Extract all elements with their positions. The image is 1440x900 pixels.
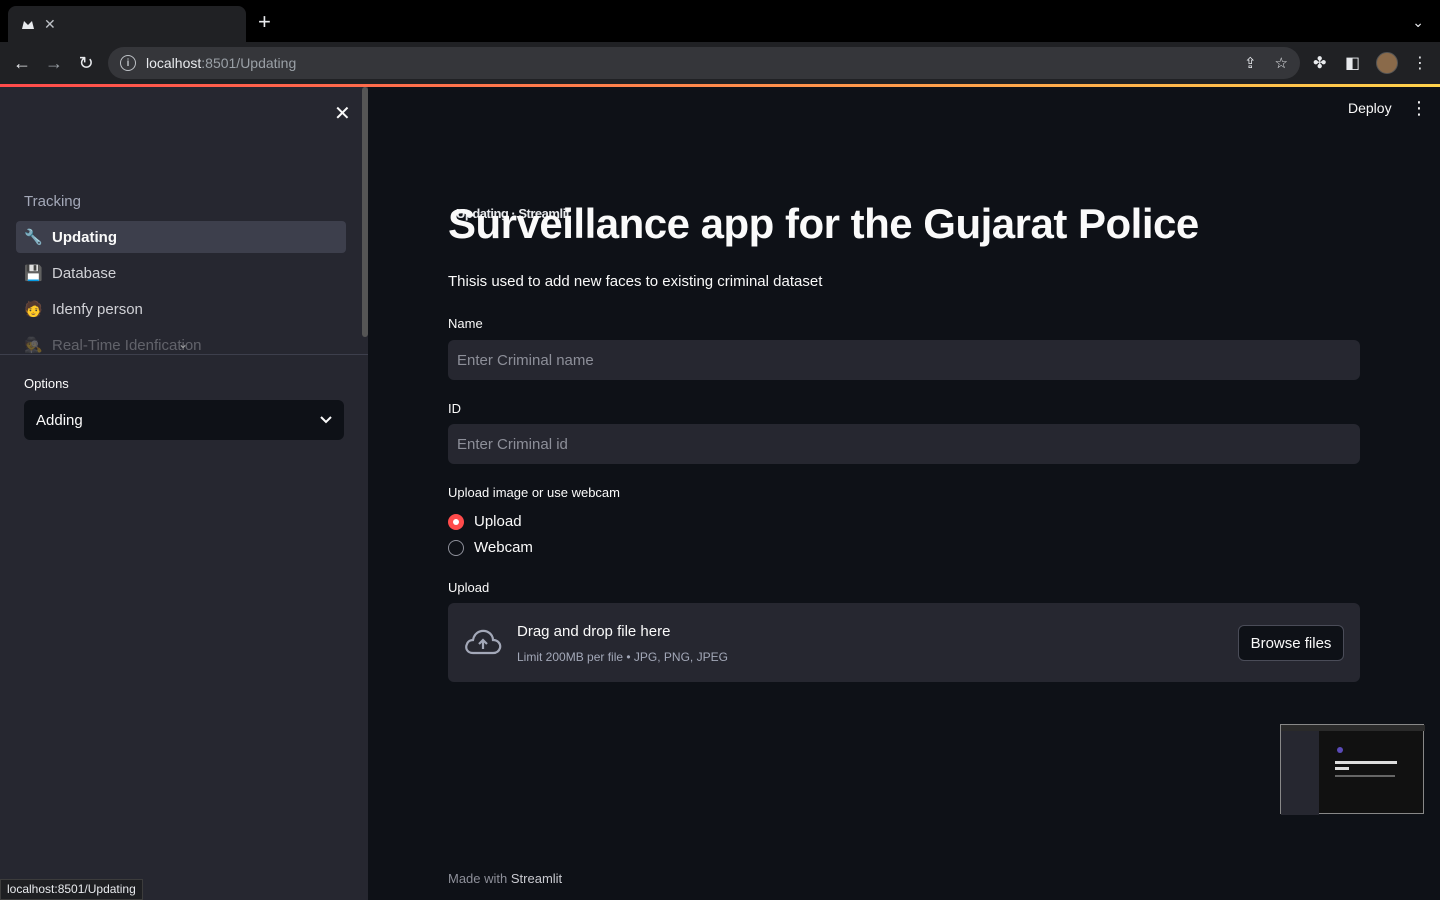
radio-upload-label: Upload — [474, 513, 522, 530]
status-bar-url: localhost:8501/Updating — [0, 879, 143, 900]
upload-label: Upload — [448, 580, 490, 595]
options-select[interactable]: Adding — [24, 400, 344, 440]
back-icon[interactable]: ← — [10, 51, 34, 75]
sidebar-item-updating[interactable]: 🔧 Updating — [16, 221, 346, 253]
sidebar-nav: 🔧 Updating 💾 Database 🧑 Idenfy person 🕵️… — [0, 187, 360, 355]
close-tab-icon[interactable]: ✕ — [44, 16, 56, 33]
sidebar-item-label: Idenfy person — [52, 300, 143, 318]
radio-webcam-label: Webcam — [474, 539, 533, 556]
deploy-button[interactable]: Deploy — [1348, 100, 1392, 116]
footer-streamlit-link[interactable]: Streamlit — [511, 871, 562, 886]
page-subtitle: Thisis used to add new faces to existing… — [448, 273, 823, 290]
reload-icon[interactable]: ↻ — [74, 51, 98, 75]
floppy-disk-icon: 💾 — [24, 265, 43, 282]
footer-prefix: Made with — [448, 871, 508, 886]
detective-icon: 🕵️ — [24, 337, 43, 354]
sidebar-divider — [0, 354, 368, 355]
browser-toolbar: ← → ↻ i localhost:8501/Updating ⇪ ☆ ✤ ◧ … — [0, 42, 1440, 84]
id-label: ID — [448, 401, 461, 416]
site-info-icon[interactable]: i — [120, 55, 136, 71]
sidebar-item-label: Updating — [52, 228, 117, 246]
options-selected-value: Adding — [36, 411, 83, 429]
sidebar-item-idenfy-person[interactable]: 🧑 Idenfy person — [16, 293, 346, 325]
name-input[interactable] — [448, 340, 1360, 380]
screen-preview-thumbnail[interactable] — [1280, 724, 1425, 815]
browser-tab-strip: Updating · Streamlit ✕ + ⌄ — [0, 0, 1440, 221]
streamlit-favicon-icon — [20, 16, 36, 32]
options-label: Options — [24, 376, 69, 391]
main-menu-icon[interactable]: ⋮ — [1410, 98, 1428, 119]
face-icon: 🧑 — [24, 301, 43, 318]
wrench-icon: 🔧 — [24, 229, 43, 246]
close-sidebar-icon[interactable]: ✕ — [334, 101, 351, 126]
page-title: Surveillance app for the Gujarat Police — [448, 200, 1199, 247]
bookmark-star-icon[interactable]: ☆ — [1275, 54, 1288, 72]
browser-menu-icon[interactable]: ⋮ — [1412, 53, 1428, 73]
radio-webcam[interactable]: Webcam — [448, 539, 533, 556]
sidebar: ✕ Tracking 🔧 Updating 💾 Database 🧑 Idenf… — [0, 87, 368, 900]
new-tab-icon[interactable]: + — [258, 11, 271, 33]
browser-tab[interactable]: Updating · Streamlit ✕ — [8, 6, 570, 221]
forward-icon[interactable]: → — [42, 51, 66, 75]
file-dropzone[interactable]: Drag and drop file here Limit 200MB per … — [448, 603, 1360, 682]
radio-selected-icon — [448, 513, 464, 530]
radio-group-label: Upload image or use webcam — [448, 485, 620, 500]
name-label: Name — [448, 316, 483, 331]
share-icon[interactable]: ⇪ — [1244, 54, 1257, 72]
radio-unselected-icon — [448, 539, 464, 556]
url-text[interactable]: localhost:8501/Updating — [146, 55, 1226, 71]
address-bar[interactable]: i localhost:8501/Updating ⇪ ☆ — [108, 47, 1300, 79]
browse-files-button[interactable]: Browse files — [1238, 625, 1344, 661]
tab-search-chevron-icon[interactable]: ⌄ — [1412, 14, 1424, 31]
radio-upload[interactable]: Upload — [448, 513, 522, 530]
sidebar-scrollbar[interactable] — [362, 87, 368, 337]
side-panel-icon[interactable]: ◧ — [1345, 53, 1360, 73]
footer: Made with Streamlit — [448, 871, 562, 886]
chevron-down-icon — [320, 416, 332, 424]
cloud-upload-icon — [465, 629, 502, 655]
expand-nav-chevron-icon[interactable]: ⌄ — [178, 337, 188, 351]
dropzone-limit-text: Limit 200MB per file • JPG, PNG, JPEG — [517, 650, 728, 664]
id-input[interactable] — [448, 424, 1360, 464]
profile-avatar[interactable] — [1376, 52, 1398, 74]
dropzone-title: Drag and drop file here — [517, 623, 671, 640]
sidebar-item-label: Database — [52, 264, 117, 282]
sidebar-item-database[interactable]: 💾 Database — [16, 257, 346, 289]
extensions-puzzle-icon[interactable]: ✤ — [1313, 53, 1326, 73]
